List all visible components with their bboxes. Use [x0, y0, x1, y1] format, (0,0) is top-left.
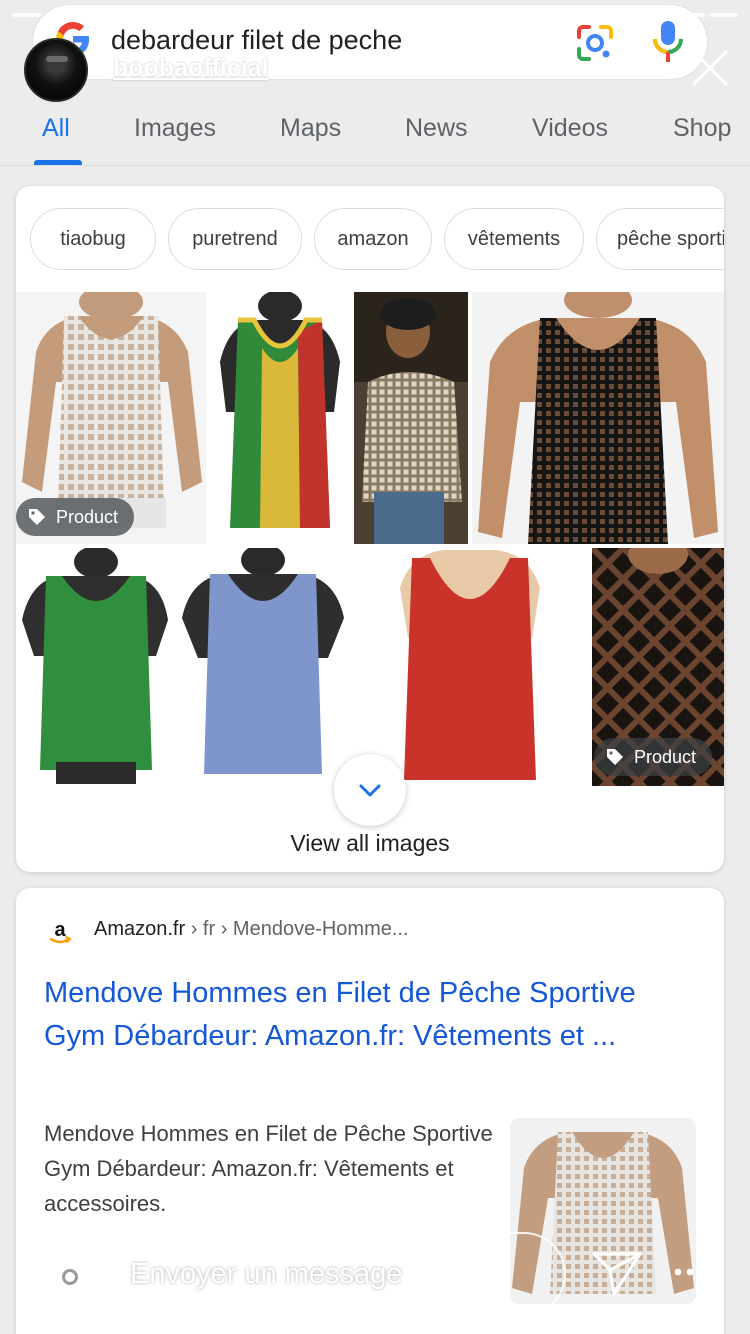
images-card: tiaobug puretrend amazon vêtements pêche… — [16, 186, 724, 872]
red-mesh-tank-image — [352, 548, 588, 786]
man-mesh-top-image — [354, 292, 468, 544]
image-result-red-mesh-tank[interactable] — [352, 548, 588, 786]
microphone-icon[interactable] — [651, 19, 685, 65]
product-badge[interactable]: Product — [594, 738, 713, 776]
active-tab-indicator — [34, 160, 82, 165]
chip-puretrend[interactable]: puretrend — [168, 208, 302, 270]
image-result-green-mesh-tank[interactable] — [16, 548, 174, 786]
blue-mesh-tank-image — [178, 548, 348, 786]
tab-maps[interactable]: Maps — [280, 114, 341, 143]
camera-icon — [52, 1259, 88, 1290]
image-result-man-mesh-top[interactable] — [354, 292, 468, 544]
amazon-favicon-icon: a — [49, 919, 72, 944]
chevron-down-icon — [359, 784, 381, 797]
image-result-black-mesh-tank[interactable] — [472, 292, 724, 544]
reply-placeholder: Envoyer un message — [130, 1258, 403, 1290]
result-breadcrumb: › fr › Mendove-Homme... — [185, 918, 409, 940]
tag-icon — [607, 749, 623, 765]
tag-icon — [29, 509, 45, 525]
chip-peche-sportive[interactable]: pêche sportiv — [596, 208, 724, 270]
image-result-black-mesh-tee[interactable]: Product — [592, 548, 724, 786]
expand-images-button[interactable] — [334, 754, 406, 826]
result-site-name: Amazon.fr — [94, 918, 186, 940]
chip-tiaobug[interactable]: tiaobug — [30, 208, 156, 270]
story-username[interactable]: boobaofficial — [113, 54, 269, 83]
tab-news[interactable]: News — [405, 114, 468, 143]
image-result-rasta-mesh-tank[interactable] — [210, 292, 350, 544]
image-result-white-mesh-tank[interactable]: Product — [16, 292, 206, 544]
black-mesh-tank-image — [472, 292, 724, 544]
story-reply-input[interactable]: Envoyer un message — [26, 1232, 566, 1316]
result-snippet: Mendove Hommes en Filet de Pêche Sportiv… — [44, 1121, 493, 1216]
result-site-line: Amazon.fr › fr › Mendove-Homme... — [94, 918, 409, 941]
more-options-icon[interactable] — [670, 1262, 710, 1282]
result-title-link[interactable]: Mendove Hommes en Filet de Pêche Sportiv… — [44, 972, 664, 1058]
green-mesh-tank-image — [16, 548, 174, 786]
product-badge[interactable]: Product — [16, 498, 135, 536]
product-badge-label: Product — [56, 507, 119, 527]
tab-all[interactable]: All — [42, 114, 70, 143]
tab-videos[interactable]: Videos — [532, 114, 608, 143]
story-progress-bar — [12, 13, 739, 17]
svg-text:a: a — [54, 919, 66, 941]
chip-vetements[interactable]: vêtements — [444, 208, 584, 270]
avatar[interactable] — [24, 38, 88, 102]
search-tabs: All Images Maps News Videos Shop — [0, 100, 750, 166]
send-direct-icon[interactable] — [590, 1248, 644, 1298]
search-query[interactable]: debardeur filet de peche — [111, 25, 402, 56]
tab-images[interactable]: Images — [134, 114, 216, 143]
product-badge-label: Product — [634, 747, 697, 767]
google-lens-icon[interactable] — [573, 21, 617, 65]
camera-button[interactable] — [38, 1242, 102, 1306]
close-icon[interactable] — [690, 48, 730, 88]
story-timestamp: 2h — [307, 54, 335, 82]
tab-shopping[interactable]: Shop — [673, 114, 731, 143]
chip-amazon[interactable]: amazon — [314, 208, 432, 270]
image-result-blue-mesh-tank[interactable] — [178, 548, 348, 786]
view-all-images-link[interactable]: View all images — [16, 830, 724, 857]
rasta-mesh-tank-image — [210, 292, 350, 544]
